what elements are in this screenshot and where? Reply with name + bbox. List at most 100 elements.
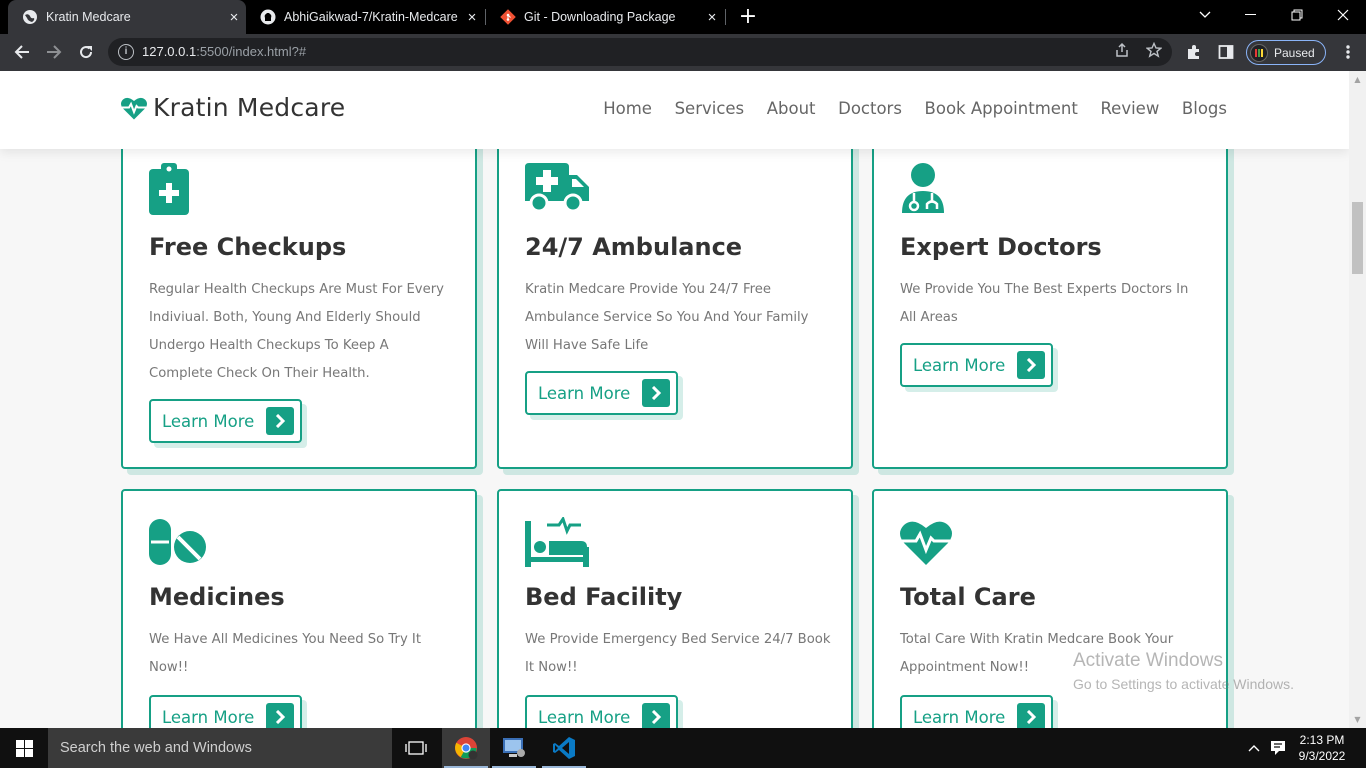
service-card-free-checkups: Free Checkups Regular Health Checkups Ar… [121,121,477,469]
procedures-bed-icon [525,515,589,571]
task-view-icon[interactable] [392,728,440,768]
page-scrollbar[interactable]: ▲ ▼ [1349,71,1366,728]
github-icon [260,9,276,25]
heartbeat-logo-icon [121,96,147,120]
chevron-right-icon [266,407,295,435]
heartbeat-icon [900,519,952,569]
ambulance-icon [525,163,589,217]
scrollbar-thumb[interactable] [1352,202,1363,274]
profile-status-label: Paused [1274,45,1315,60]
tab-title: Git - Downloading Package [524,10,676,24]
learn-more-label: Learn More [162,707,255,727]
site-header: Kratin Medcare Home Services About Docto… [0,71,1349,149]
nav-blogs[interactable]: Blogs [1182,99,1227,118]
clock-time: 2:13 PM [1299,733,1345,747]
service-description: We Provide Emergency Bed Service 24/7 Bo… [525,632,831,675]
restore-button[interactable] [1274,0,1320,30]
learn-more-label: Learn More [538,707,631,727]
nav-review[interactable]: Review [1100,99,1159,118]
learn-more-label: Learn More [913,355,1006,375]
extensions-puzzle-icon[interactable] [1180,38,1208,66]
learn-more-label: Learn More [913,707,1006,727]
doctor-icon [900,163,946,217]
service-title: Bed Facility [525,583,683,611]
watermark-subtitle: Go to Settings to activate Windows. [1073,676,1294,692]
learn-more-label: Learn More [538,383,631,403]
chevron-right-icon [266,703,295,728]
profile-paused-button[interactable]: Paused [1246,40,1326,65]
forward-arrow-icon[interactable] [40,38,68,66]
chevron-right-icon [642,703,671,728]
back-arrow-icon[interactable] [8,38,36,66]
service-description: Kratin Medcare Provide You 24/7 Free Amb… [525,282,809,353]
service-title: Expert Doctors [900,233,1102,261]
site-logo[interactable]: Kratin Medcare [121,93,345,122]
new-tab-button[interactable]: + [736,3,760,31]
menu-kebab-icon[interactable] [1334,38,1362,66]
browser-toolbar: i 127.0.0.1:5500/index.html?# Paused [0,34,1366,71]
service-card-expert-doctors: Expert Doctors We Provide You The Best E… [872,121,1228,469]
bookmark-star-icon[interactable] [1144,41,1164,62]
service-title: Total Care [900,583,1036,611]
service-card-ambulance: 24/7 Ambulance Kratin Medcare Provide Yo… [497,121,853,469]
clipboard-medical-icon [149,163,189,219]
learn-more-button[interactable]: Learn More [149,399,303,443]
scroll-up-arrow-icon[interactable]: ▲ [1349,71,1366,88]
tab-git-download[interactable]: Git - Downloading Package × [486,0,724,34]
service-description: We Have All Medicines You Need So Try It… [149,632,421,675]
service-description: We Provide You The Best Experts Doctors … [900,282,1189,325]
service-title: Free Checkups [149,233,347,261]
chevron-right-icon [1017,351,1046,379]
chevron-right-icon [642,379,671,407]
minimize-button[interactable] [1228,0,1274,30]
git-icon [500,9,516,25]
tray-chevron-up-icon[interactable] [1244,728,1264,768]
taskbar-search-box[interactable]: Search the web and Windows [48,728,392,768]
vscode-taskbar-icon[interactable] [540,728,588,768]
reload-icon[interactable] [72,38,100,66]
chrome-taskbar-icon[interactable] [442,728,490,768]
tab-title: AbhiGaikwad-7/Kratin-Medcare [284,10,458,24]
browser-tab-strip: Kratin Medcare × AbhiGaikwad-7/Kratin-Me… [0,0,1366,34]
tab-kratin-medcare[interactable]: Kratin Medcare × [8,0,246,34]
share-icon[interactable] [1112,42,1132,62]
service-card-medicines: Medicines We Have All Medicines You Need… [121,489,477,728]
tab-title: Kratin Medcare [46,10,131,24]
learn-more-button[interactable]: Learn More [149,695,303,728]
nav-home[interactable]: Home [603,99,652,118]
learn-more-button[interactable]: Learn More [525,695,679,728]
tab-github-repo[interactable]: AbhiGaikwad-7/Kratin-Medcare × [246,0,484,34]
service-card-bed-facility: Bed Facility We Provide Emergency Bed Se… [497,489,853,728]
close-tab-icon[interactable]: × [460,9,484,26]
learn-more-button[interactable]: Learn More [525,371,679,415]
close-window-button[interactable] [1320,0,1366,30]
clock-date: 9/3/2022 [1298,749,1346,763]
page-viewport: Free Checkups Regular Health Checkups Ar… [0,71,1349,728]
learn-more-button[interactable]: Learn More [900,695,1054,728]
close-tab-icon[interactable]: × [222,9,246,26]
globe-icon [22,9,38,25]
chevron-right-icon [1017,703,1046,728]
remote-desktop-taskbar-icon[interactable] [490,728,538,768]
activate-windows-watermark: Activate Windows Go to Settings to activ… [1073,650,1294,692]
nav-services[interactable]: Services [675,99,745,118]
scroll-down-arrow-icon[interactable]: ▼ [1349,711,1366,728]
side-panel-icon[interactable] [1212,38,1240,66]
pills-icon [149,519,209,571]
learn-more-button[interactable]: Learn More [900,343,1054,387]
address-bar[interactable]: i 127.0.0.1:5500/index.html?# [108,38,1172,66]
notification-center-icon[interactable] [1266,728,1290,768]
site-info-icon[interactable]: i [118,44,134,60]
tab-search-icon[interactable] [1182,0,1228,30]
windows-start-icon[interactable] [0,728,48,768]
nav-about[interactable]: About [767,99,816,118]
tab-divider [725,9,726,25]
logo-text: Kratin Medcare [153,93,346,122]
service-title: 24/7 Ambulance [525,233,743,261]
taskbar-clock[interactable]: 2:13 PM 9/3/2022 [1290,732,1354,764]
nav-doctors[interactable]: Doctors [838,99,902,118]
avatar [1250,43,1268,62]
close-tab-icon[interactable]: × [700,9,724,26]
service-card-total-care: Total Care Total Care With Kratin Medcar… [872,489,1228,728]
nav-book-appointment[interactable]: Book Appointment [925,99,1078,118]
